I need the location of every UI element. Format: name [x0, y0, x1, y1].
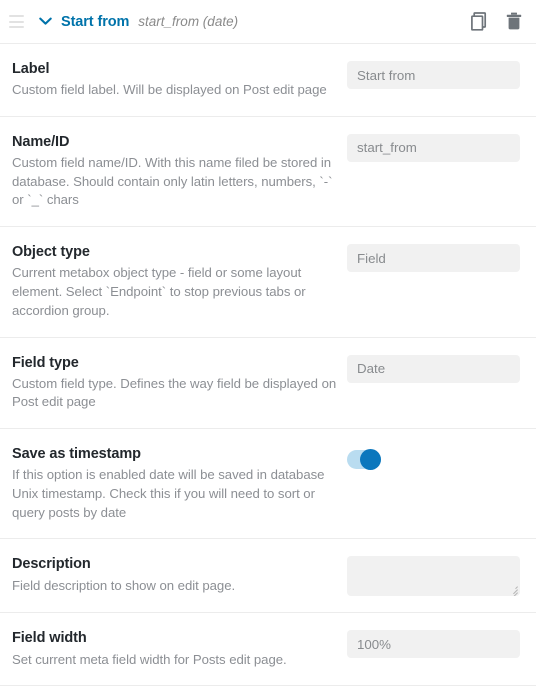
setting-row-label: Label Custom field label. Will be displa…	[0, 44, 536, 117]
setting-control: 100%	[347, 629, 520, 659]
setting-label: Object type	[12, 244, 90, 261]
name-id-input[interactable]: start_from	[347, 133, 520, 162]
setting-row-name-id: Name/ID Custom field name/ID. With this …	[0, 116, 536, 228]
drag-handle-bar	[9, 26, 24, 28]
panel-title: Start from	[61, 13, 130, 30]
setting-row-text: Object type Current metabox object type …	[12, 243, 347, 320]
label-input[interactable]: Start from	[347, 61, 520, 89]
setting-description: Set current meta field width for Posts e…	[12, 651, 287, 667]
setting-row-description: Description Field description to show on…	[0, 539, 536, 614]
setting-description: Custom field name/ID. With this name fil…	[12, 154, 333, 208]
duplicate-icon[interactable]	[469, 12, 489, 32]
setting-label: Field width	[12, 630, 87, 647]
panel-subtitle: start_from (date)	[138, 14, 239, 29]
setting-label: Field type	[12, 354, 79, 371]
save-as-timestamp-toggle[interactable]	[347, 449, 381, 471]
setting-label: Label	[12, 61, 50, 77]
setting-row-field-type: Field type Custom field type. Defines th…	[0, 337, 536, 430]
setting-description: Custom field type. Defines the way field…	[12, 375, 337, 410]
chevron-down-icon[interactable]	[38, 15, 52, 29]
drag-handle-bar	[9, 15, 24, 17]
field-type-select[interactable]: Date	[347, 354, 520, 383]
setting-row-save-as-timestamp: Save as timestamp If this option is enab…	[0, 429, 536, 540]
setting-control	[347, 555, 520, 597]
setting-row-text: Save as timestamp If this option is enab…	[12, 445, 347, 522]
drag-handle-icon[interactable]	[9, 15, 24, 28]
setting-description: Field description to show on edit page.	[12, 577, 236, 593]
resize-handle-icon[interactable]	[508, 584, 518, 597]
field-width-input[interactable]: 100%	[347, 630, 520, 659]
setting-control: Field	[347, 243, 520, 273]
setting-row-text: Field type Custom field type. Defines th…	[12, 354, 347, 413]
setting-row-text: Name/ID Custom field name/ID. With this …	[12, 133, 347, 210]
setting-label: Save as timestamp	[12, 446, 141, 463]
setting-description: Custom field label. Will be displayed on…	[12, 82, 327, 98]
object-type-select[interactable]: Field	[347, 244, 520, 273]
setting-control	[347, 445, 520, 471]
setting-description: Current metabox object type - field or s…	[12, 265, 306, 318]
setting-control: Date	[347, 354, 520, 383]
setting-row-text: Description Field description to show on…	[12, 555, 347, 595]
panel-header-actions	[469, 12, 524, 32]
setting-row-field-width: Field width Set current meta field width…	[0, 613, 536, 686]
description-textarea[interactable]	[347, 556, 520, 597]
setting-description: If this option is enabled date will be s…	[12, 467, 325, 520]
setting-control: Start from	[347, 60, 520, 89]
setting-label: Name/ID	[12, 133, 70, 150]
setting-row-text: Label Custom field label. Will be displa…	[12, 60, 347, 100]
setting-control: start_from	[347, 133, 520, 162]
setting-label: Description	[12, 556, 91, 573]
setting-row-object-type: Object type Current metabox object type …	[0, 227, 536, 338]
field-settings-panel: Start from start_from (date) Label Custo…	[0, 0, 536, 686]
toggle-knob	[360, 449, 381, 471]
panel-header: Start from start_from (date)	[0, 0, 536, 44]
setting-row-text: Field width Set current meta field width…	[12, 629, 347, 669]
trash-icon[interactable]	[504, 12, 524, 32]
drag-handle-bar	[9, 20, 24, 23]
